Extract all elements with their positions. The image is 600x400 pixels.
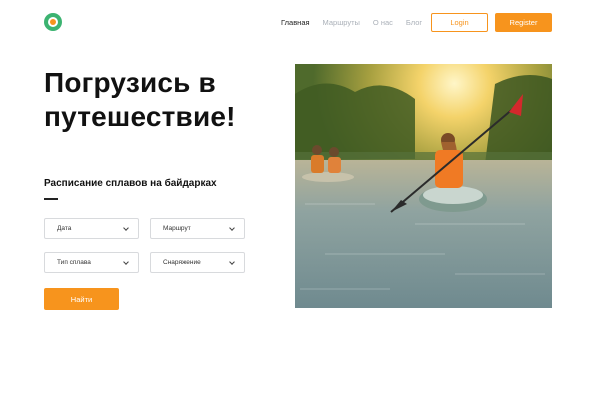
hero-title-line-1: Погрузись в <box>44 67 216 98</box>
nav-blog[interactable]: Блог <box>406 18 422 27</box>
schedule-title: Расписание сплавов на байдарках <box>44 178 217 189</box>
chevron-down-icon <box>123 224 129 231</box>
chevron-down-icon <box>229 258 235 265</box>
title-divider <box>44 198 58 200</box>
main-nav: Главная Маршруты О нас Блог <box>281 18 422 27</box>
search-button[interactable]: Найти <box>44 288 119 310</box>
route-select-label: Маршрут <box>163 225 191 232</box>
gear-select-label: Снаряжение <box>163 259 201 266</box>
chevron-down-icon <box>229 224 235 231</box>
type-select-label: Тип сплава <box>57 259 91 266</box>
hero-title-line-2: путешествие! <box>44 101 236 132</box>
register-button[interactable]: Register <box>495 13 552 32</box>
gear-select[interactable]: Снаряжение <box>150 252 245 273</box>
type-select[interactable]: Тип сплава <box>44 252 139 273</box>
nav-about[interactable]: О нас <box>373 18 393 27</box>
date-select-label: Дата <box>57 225 72 232</box>
chevron-down-icon <box>123 258 129 265</box>
date-select[interactable]: Дата <box>44 218 139 239</box>
nav-home[interactable]: Главная <box>281 18 310 27</box>
nav-routes[interactable]: Маршруты <box>323 18 360 27</box>
kayaking-photo <box>295 64 552 308</box>
logo-icon[interactable] <box>44 13 62 31</box>
hero-title: Погрузись в путешествие! <box>44 66 284 134</box>
route-select[interactable]: Маршрут <box>150 218 245 239</box>
login-button[interactable]: Login <box>431 13 488 32</box>
